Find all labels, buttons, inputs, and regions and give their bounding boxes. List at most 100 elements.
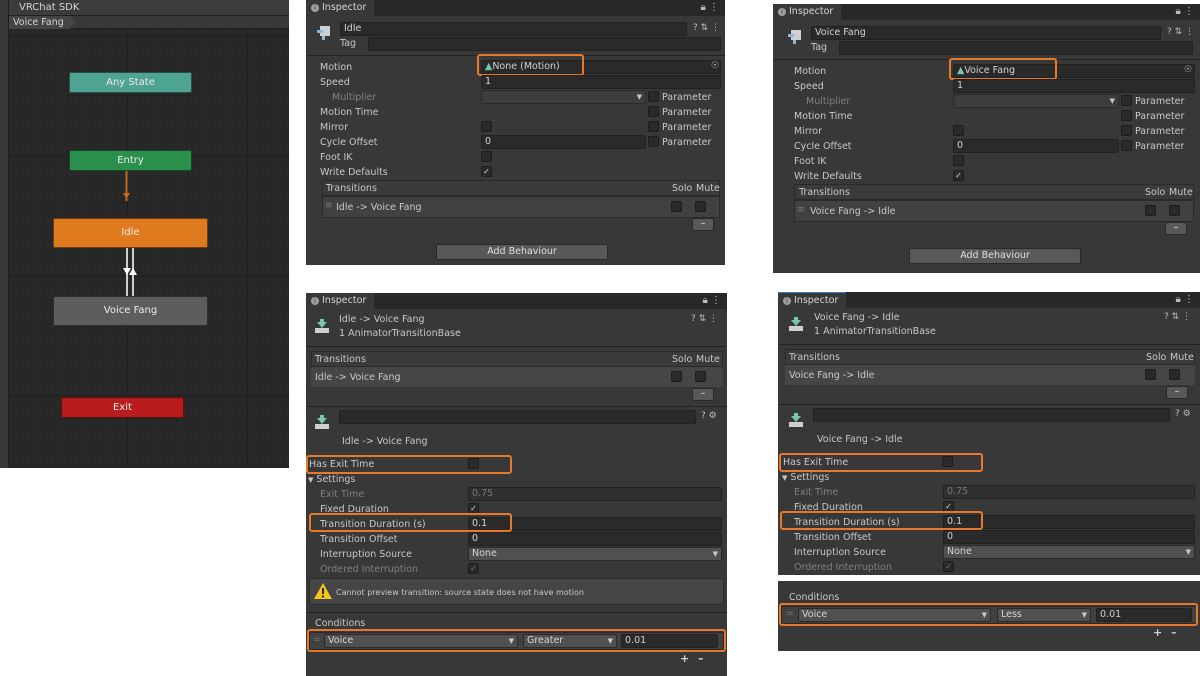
object-picker-icon[interactable]: ☉ (711, 61, 719, 71)
remove-condition-button[interactable]: – (698, 652, 704, 665)
interruption-source-dropdown[interactable]: None ▼ (943, 545, 1195, 559)
remove-transition-button[interactable]: – (692, 218, 714, 231)
condition-threshold-field[interactable]: 0.01 (621, 634, 718, 648)
inspector-tab[interactable]: i Inspector (773, 4, 842, 20)
foot-ik-checkbox[interactable] (953, 155, 964, 166)
transition-list-item[interactable]: Voice Fang -> Idle (789, 370, 875, 381)
tab-icons[interactable]: 🔒︎ ⋮ (702, 295, 721, 306)
add-condition-button[interactable]: + (1153, 626, 1162, 639)
cycle-offset-parameter-checkbox[interactable] (648, 136, 659, 147)
transition-offset-field[interactable]: 0 (468, 532, 722, 546)
voice-fang-node[interactable]: Voice Fang (53, 296, 208, 326)
speed-field[interactable]: 1 (481, 75, 721, 89)
inspector-tab[interactable]: i Inspector (306, 293, 375, 309)
solo-checkbox[interactable] (1145, 369, 1156, 380)
drag-handle-icon[interactable]: = (313, 635, 321, 645)
transition-name-field[interactable] (339, 410, 696, 424)
foot-ik-checkbox[interactable] (481, 151, 492, 162)
solo-checkbox[interactable] (671, 201, 682, 212)
tab-icons[interactable]: 🔒︎ ⋮ (700, 2, 719, 13)
condition-parameter-dropdown[interactable]: Voice ▼ (798, 608, 991, 622)
solo-checkbox[interactable] (1145, 205, 1156, 216)
settings-foldout[interactable]: ▼ Settings (782, 472, 829, 483)
solo-checkbox[interactable] (671, 371, 682, 382)
motion-time-parameter-checkbox[interactable] (1121, 110, 1132, 121)
drag-handle-icon[interactable]: = (786, 609, 794, 619)
multiplier-parameter-checkbox[interactable] (1121, 95, 1132, 106)
inspector-tab[interactable]: i Inspector (306, 0, 375, 16)
motion-time-parameter-checkbox[interactable] (648, 106, 659, 117)
transition-duration-field[interactable]: 0.1 (468, 517, 722, 531)
header-icons[interactable]: ? ⇅ ⋮ (691, 314, 718, 324)
transition-list-item[interactable]: Idle -> Voice Fang (336, 202, 422, 213)
settings-foldout[interactable]: ▼ Settings (308, 474, 355, 485)
tab-icons[interactable]: 🔒︎ ⋮ (1175, 294, 1194, 305)
tab-icons[interactable]: 🔒︎ ⋮ (1175, 6, 1194, 17)
remove-transition-button[interactable]: – (692, 388, 714, 401)
multiplier-parameter-checkbox[interactable] (648, 91, 659, 102)
add-behaviour-button[interactable]: Add Behaviour (909, 248, 1081, 264)
breadcrumb[interactable]: Voice Fang (9, 16, 76, 29)
condition-mode-dropdown[interactable]: Less ▼ (997, 608, 1091, 622)
remove-condition-button[interactable]: – (1171, 626, 1177, 639)
mirror-parameter-checkbox[interactable] (1121, 125, 1132, 136)
drag-handle-icon[interactable]: ≡ (325, 201, 333, 211)
menu-icon[interactable]: ⋮ (709, 2, 719, 13)
transition-list-item[interactable]: Idle -> Voice Fang (315, 372, 401, 383)
state-name-field[interactable]: Voice Fang (811, 26, 1161, 40)
any-state-node[interactable]: Any State (69, 72, 192, 93)
cycle-offset-field[interactable]: 0 (481, 135, 646, 149)
entry-transition-arrow[interactable] (123, 171, 130, 201)
header-icons[interactable]: ? ⇅ ⋮ (1167, 27, 1194, 37)
ordered-interruption-checkbox[interactable]: ✓ (468, 563, 479, 574)
multiplier-dropdown[interactable]: ▼ (953, 94, 1119, 108)
mirror-checkbox[interactable] (953, 125, 964, 136)
mute-checkbox[interactable] (695, 371, 706, 382)
has-exit-time-checkbox[interactable] (468, 458, 479, 469)
exit-node[interactable]: Exit (61, 397, 184, 418)
detail-header-icons[interactable]: ? ⚙ (1175, 409, 1191, 419)
mute-checkbox[interactable] (1169, 205, 1180, 216)
lock-icon[interactable]: 🔒︎ (700, 2, 705, 13)
inspector-tab[interactable]: i Inspector (778, 292, 847, 308)
mute-checkbox[interactable] (1169, 369, 1180, 380)
mirror-checkbox[interactable] (481, 121, 492, 132)
fixed-duration-checkbox[interactable]: ✓ (943, 501, 954, 512)
motion-field[interactable]: ▲None (Motion) (481, 60, 721, 74)
state-name-field[interactable]: Idle (340, 22, 687, 36)
idle-node[interactable]: Idle (53, 218, 208, 248)
transition-offset-field[interactable]: 0 (943, 530, 1195, 544)
mirror-parameter-checkbox[interactable] (648, 121, 659, 132)
fixed-duration-checkbox[interactable]: ✓ (468, 503, 479, 514)
lock-icon[interactable]: 🔒︎ (702, 295, 707, 306)
add-condition-button[interactable]: + (680, 652, 689, 665)
remove-transition-button[interactable]: – (1166, 386, 1188, 399)
remove-transition-button[interactable]: – (1165, 222, 1187, 235)
speed-field[interactable]: 1 (953, 79, 1195, 93)
menu-icon[interactable]: ⋮ (1184, 6, 1194, 17)
multiplier-dropdown[interactable]: ▼ (481, 90, 646, 104)
motion-field[interactable]: ▲Voice Fang (953, 64, 1195, 78)
lock-icon[interactable]: 🔒︎ (1175, 294, 1180, 305)
entry-node[interactable]: Entry (69, 150, 192, 171)
header-icons[interactable]: ? ⇅ ⋮ (1164, 312, 1191, 322)
transition-name-field[interactable] (813, 408, 1170, 422)
cycle-offset-field[interactable]: 0 (953, 139, 1119, 153)
add-behaviour-button[interactable]: Add Behaviour (436, 244, 608, 260)
menu-icon[interactable]: ⋮ (711, 295, 721, 306)
interruption-source-dropdown[interactable]: None ▼ (468, 547, 722, 561)
transition-list-item[interactable]: Voice Fang -> Idle (810, 206, 896, 217)
tag-field[interactable] (368, 37, 721, 51)
lock-icon[interactable]: 🔒︎ (1175, 6, 1180, 17)
condition-mode-dropdown[interactable]: Greater ▼ (523, 634, 617, 648)
exit-time-field[interactable]: 0.75 (468, 487, 722, 501)
menu-icon[interactable]: ⋮ (1184, 294, 1194, 305)
ordered-interruption-checkbox[interactable]: ✓ (943, 561, 954, 572)
layers-strip[interactable] (0, 0, 9, 468)
transition-duration-field[interactable]: 0.1 (943, 515, 1195, 529)
write-defaults-checkbox[interactable]: ✓ (953, 170, 964, 181)
cycle-offset-parameter-checkbox[interactable] (1121, 140, 1132, 151)
header-icons[interactable]: ? ⇅ ⋮ (693, 23, 720, 33)
object-picker-icon[interactable]: ☉ (1184, 65, 1192, 75)
drag-handle-icon[interactable]: ≡ (797, 205, 805, 215)
